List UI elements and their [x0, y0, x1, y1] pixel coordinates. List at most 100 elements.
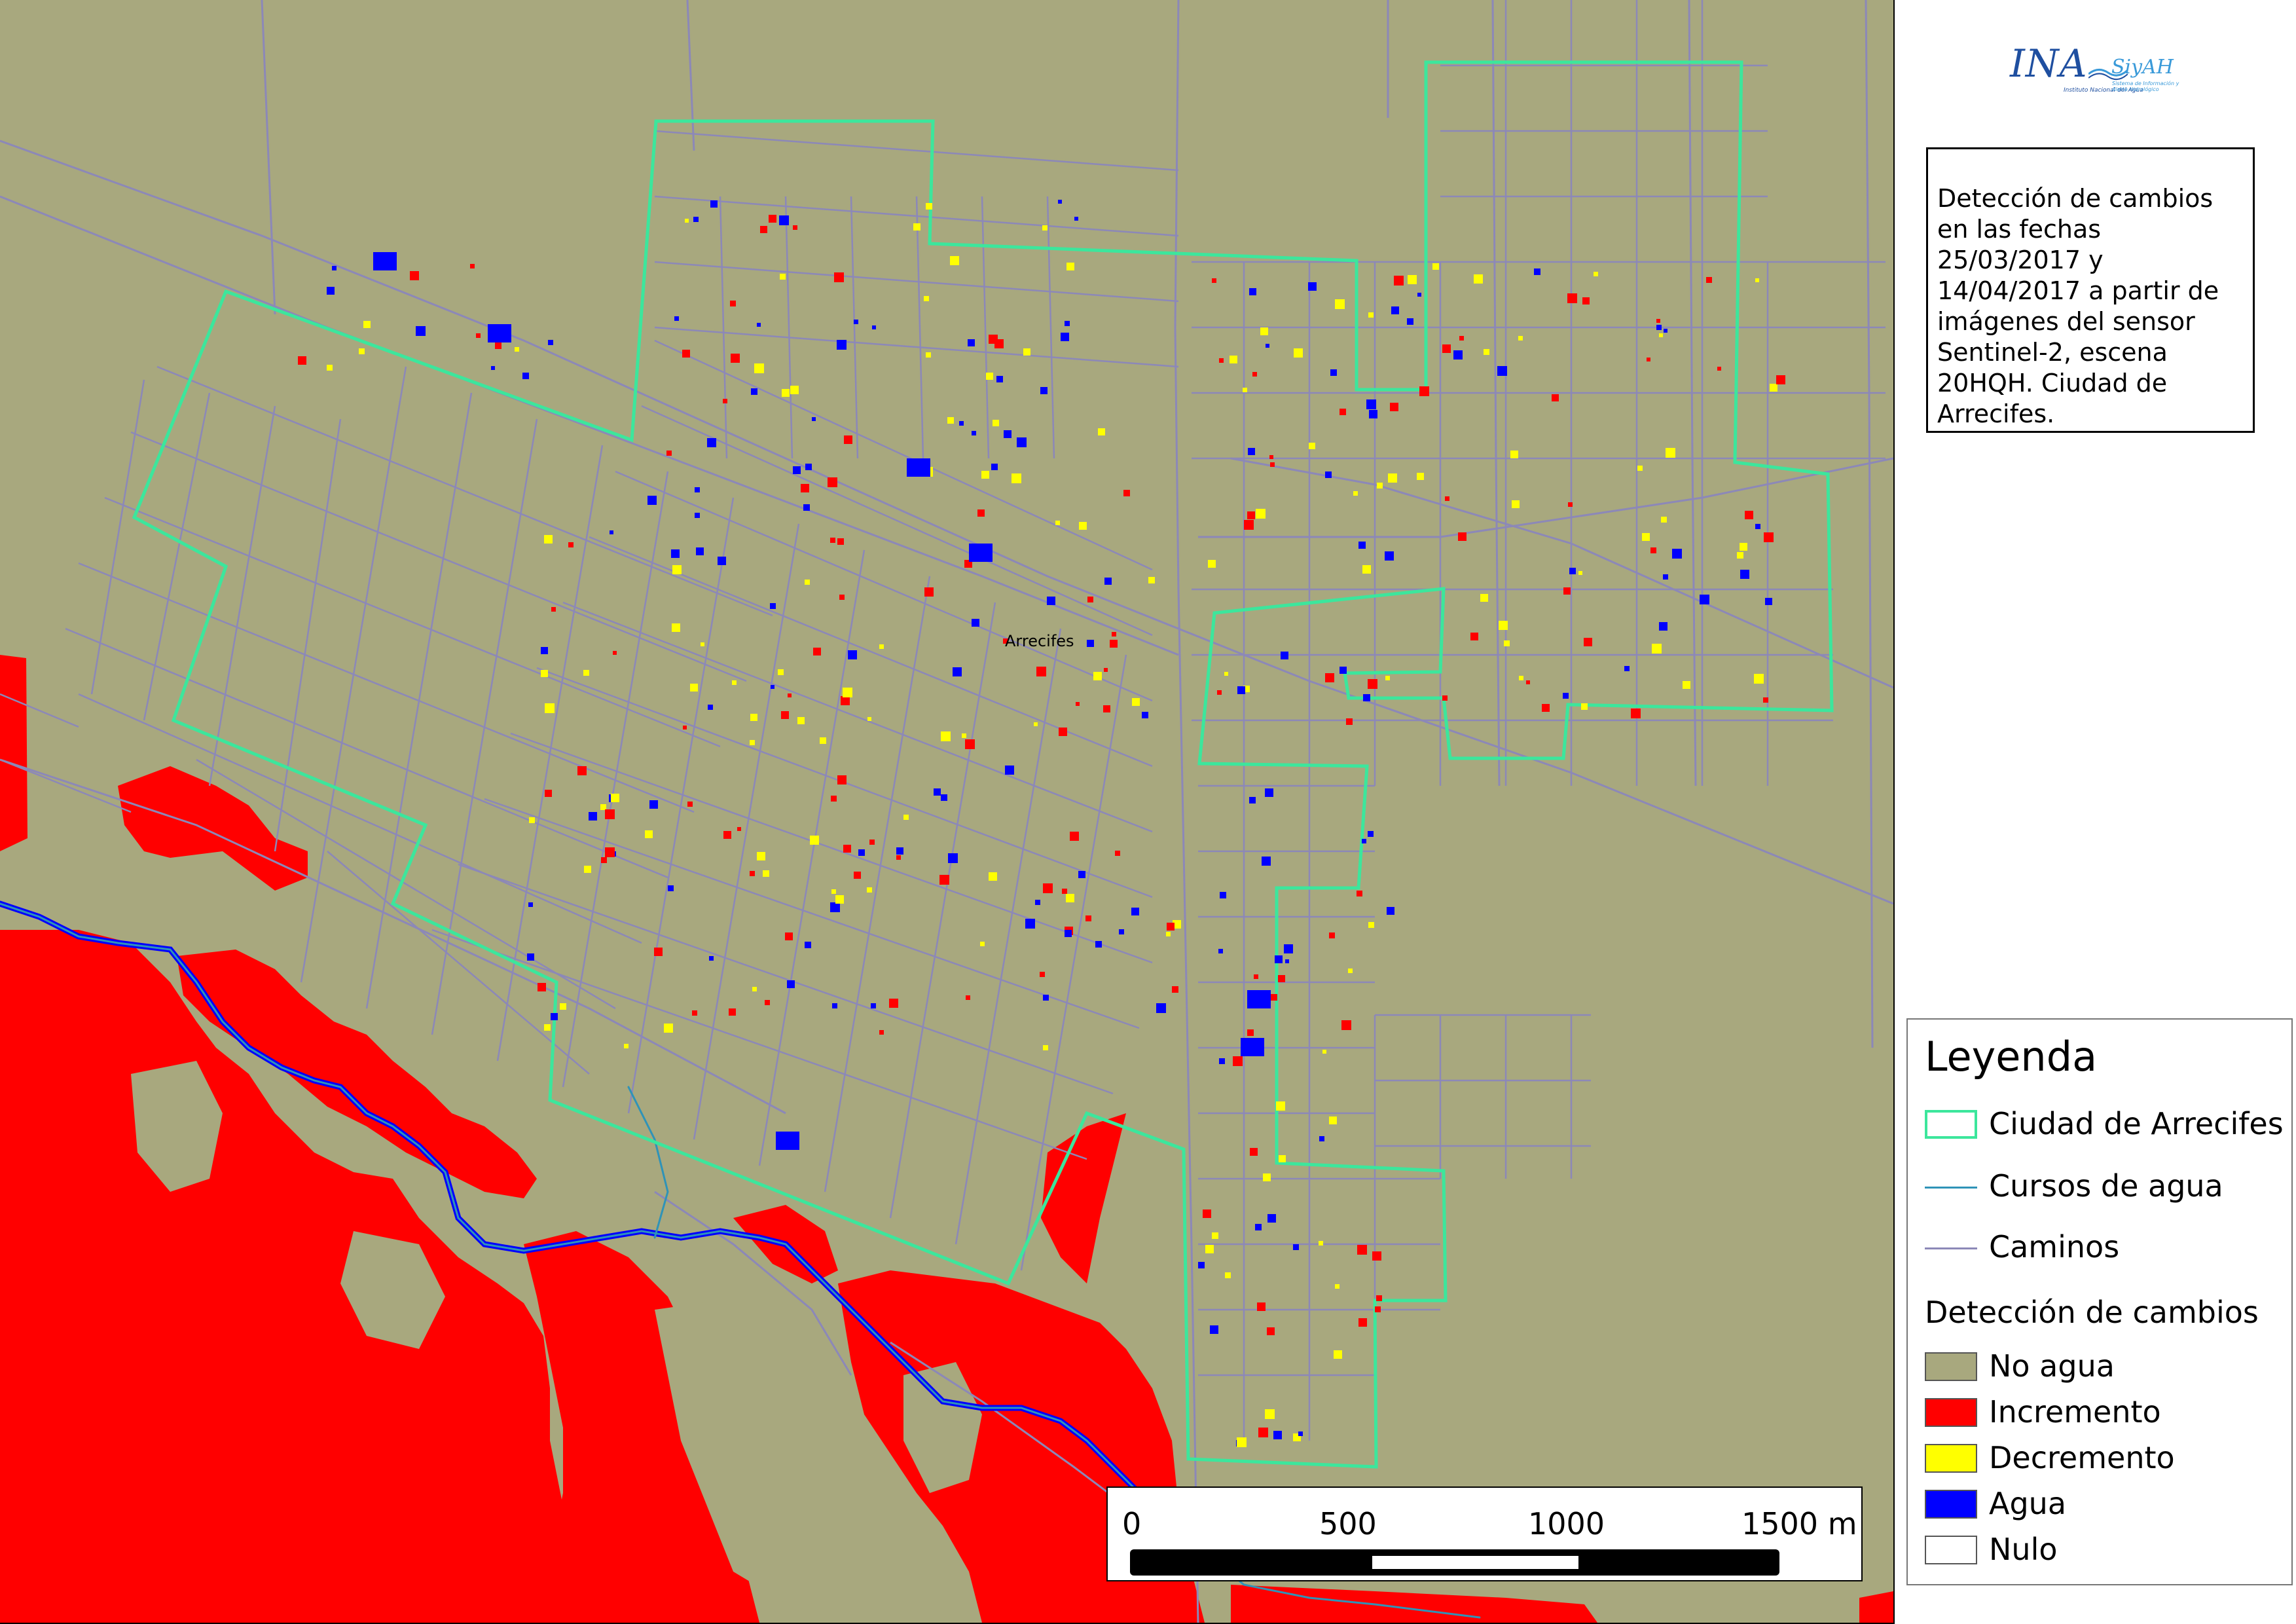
increment-swatch [1925, 1398, 1977, 1427]
change-pixel [1329, 932, 1335, 938]
change-pixel [1043, 883, 1053, 893]
change-pixel [757, 323, 761, 327]
change-pixel [1172, 986, 1178, 993]
description-box: Detección de cambios en las fechas 25/03… [1926, 147, 2255, 433]
change-pixel [298, 356, 306, 365]
scale-label-0: 0 [1122, 1506, 1142, 1541]
change-pixel [1346, 718, 1353, 725]
water-cluster [969, 544, 993, 562]
change-pixel [926, 352, 931, 358]
change-pixel [1059, 728, 1067, 736]
change-pixel [1011, 473, 1021, 483]
change-pixel [879, 644, 884, 649]
change-pixel [968, 339, 975, 346]
change-pixel [1358, 542, 1366, 549]
change-pixel [1366, 399, 1376, 409]
boundary-symbol [1925, 1110, 1977, 1139]
legend-label: Cursos de agua [1989, 1168, 2223, 1204]
change-pixel [797, 717, 805, 724]
change-pixel [1265, 1409, 1275, 1419]
change-pixel [889, 999, 898, 1008]
change-pixel [551, 607, 556, 612]
change-pixel [1534, 268, 1540, 275]
change-pixel [1237, 686, 1245, 694]
change-pixel [1624, 666, 1630, 671]
change-pixel [664, 1024, 673, 1033]
change-pixel [787, 980, 795, 988]
change-pixel [730, 301, 736, 306]
change-pixel [1706, 277, 1712, 283]
change-pixel [1484, 349, 1489, 355]
change-pixel [896, 855, 901, 860]
change-pixel [750, 871, 755, 876]
change-pixel [941, 794, 947, 801]
ina-siyah-logo: INA SiyAH Instituto Nacional del Agua Si… [2010, 36, 2180, 115]
change-pixel [1650, 547, 1656, 553]
change-pixel [1459, 336, 1464, 341]
change-pixel [1770, 384, 1777, 392]
change-pixel [1763, 697, 1768, 703]
change-pixel [1594, 272, 1598, 276]
legend-panel: Leyenda Ciudad de Arrecifes Cursos de ag… [1906, 1018, 2293, 1585]
change-pixel [959, 421, 964, 426]
change-pixel [1569, 568, 1576, 574]
change-pixel [867, 717, 871, 721]
change-pixel [1078, 871, 1085, 878]
change-pixel [751, 388, 757, 395]
change-pixel [544, 535, 553, 544]
change-pixel [1066, 894, 1074, 902]
change-pixel [1581, 703, 1588, 710]
water-cluster [373, 252, 397, 270]
legend-item-decrement: Decremento [1923, 1439, 2290, 1478]
change-pixel [1755, 524, 1760, 529]
change-pixel [785, 932, 793, 940]
change-pixel [1270, 462, 1275, 467]
change-pixel [332, 266, 337, 270]
change-pixel [649, 800, 658, 809]
change-pixel [363, 321, 371, 328]
change-pixel [1408, 275, 1417, 284]
change-pixel [1066, 263, 1074, 270]
change-pixel [763, 870, 769, 877]
change-pixel [1339, 409, 1346, 415]
water-cluster [1247, 990, 1271, 1008]
change-pixel [1218, 949, 1223, 953]
change-pixel [1237, 1437, 1247, 1447]
change-pixel [1219, 358, 1224, 363]
change-pixel [837, 340, 847, 350]
change-pixel [1417, 473, 1424, 480]
change-pixel [980, 942, 985, 946]
change-pixel [993, 420, 999, 426]
change-pixel [832, 1003, 837, 1008]
change-pixel [1093, 672, 1102, 680]
change-pixel [1076, 702, 1080, 706]
change-pixel [541, 670, 548, 677]
change-pixel [1334, 1350, 1342, 1359]
change-pixel [1273, 1431, 1282, 1439]
change-pixel [1325, 471, 1332, 478]
change-pixel [858, 849, 865, 856]
scale-track [1130, 1549, 1779, 1576]
change-pixel [1407, 318, 1413, 325]
change-pixel [1754, 674, 1764, 684]
legend-classes-title: Detección de cambios [1925, 1295, 2259, 1330]
change-pixel [1368, 922, 1374, 928]
change-pixel [1256, 509, 1266, 519]
change-pixel [1212, 278, 1216, 283]
change-pixel [610, 530, 613, 534]
change-pixel [538, 983, 546, 991]
scale-bar: 0 500 1000 1500 m [1106, 1486, 1863, 1581]
change-pixel [820, 737, 826, 744]
change-pixel [1642, 533, 1650, 541]
change-pixel [551, 1013, 558, 1020]
change-pixel [701, 642, 704, 646]
change-pixel [962, 733, 966, 738]
change-pixel [1519, 676, 1523, 680]
change-pixel [1243, 388, 1247, 392]
change-pixel [1217, 690, 1222, 695]
map-canvas[interactable]: Arrecifes [0, 0, 1895, 1624]
change-pixel [896, 847, 903, 855]
change-pixel [1247, 511, 1255, 519]
change-pixel [1372, 1251, 1381, 1261]
change-pixel [941, 731, 951, 741]
